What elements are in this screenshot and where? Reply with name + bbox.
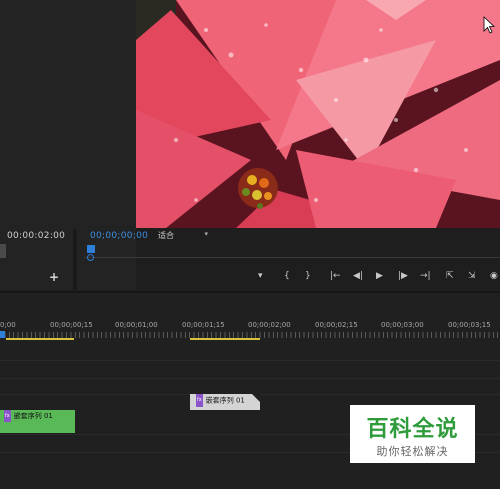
clip-corner: [252, 394, 260, 402]
ruler-label: 00;00;02;15: [315, 321, 358, 329]
program-timecode[interactable]: 00;00;00;00: [90, 231, 148, 241]
ruler-label: 00;00;03;00: [381, 321, 424, 329]
chevron-down-icon: ▾: [204, 230, 208, 238]
go-to-in-icon[interactable]: |←: [330, 268, 341, 284]
ruler-label: 00;00;00;15: [50, 321, 93, 329]
track-separator: [0, 360, 500, 361]
fx-badge: fx: [196, 394, 203, 407]
mark-out-icon[interactable]: }: [305, 268, 311, 284]
watermark-subtitle: 助你轻松解决: [376, 445, 449, 458]
add-marker-icon[interactable]: ▾: [258, 268, 263, 284]
watermark-logo: 百科全说 助你轻松解决: [350, 405, 475, 463]
extract-icon[interactable]: ⇲: [468, 268, 476, 284]
panel-divider: [73, 229, 77, 290]
fit-dropdown[interactable]: 适合 ▾: [158, 230, 210, 241]
nested-sequence-clip[interactable]: fx 嵌套序列 01: [190, 394, 260, 410]
timeline-playhead[interactable]: [0, 331, 5, 338]
playhead-ring: [87, 254, 94, 261]
clip-label: 嵌套序列 01: [13, 412, 53, 420]
poinsettia-image: [136, 0, 500, 228]
mouse-cursor-icon: [483, 16, 495, 34]
playhead-handle[interactable]: [87, 245, 95, 253]
go-to-out-icon[interactable]: →|: [420, 268, 431, 284]
ruler-label: 0;00: [0, 321, 16, 329]
timeline-ruler[interactable]: 0;00 00;00;00;15 00;00;01;00 00;00;01;15…: [0, 321, 500, 331]
clip-label: 嵌套序列 01: [205, 396, 245, 405]
program-video-frame: [136, 0, 500, 228]
in-out-range: [6, 338, 74, 340]
lift-icon[interactable]: ⇱: [446, 268, 454, 284]
ruler-label: 00;00;01;00: [115, 321, 158, 329]
transport-controls: ▾ { } |← ◀| ▶ |▶ →| ⇱ ⇲ ◉: [256, 268, 500, 284]
ruler-label: 00;00;02;00: [248, 321, 291, 329]
track-separator: [0, 378, 500, 379]
ruler-label: 00;00;01;15: [182, 321, 225, 329]
fx-badge: fx: [4, 410, 11, 422]
source-playhead-marker[interactable]: [0, 244, 6, 258]
step-forward-icon[interactable]: |▶: [398, 268, 408, 284]
source-timecode[interactable]: 00:00:02:00: [7, 231, 65, 241]
add-button[interactable]: +: [49, 270, 59, 284]
fit-dropdown-label: 适合: [158, 231, 174, 240]
ruler-label: 00;00;03;15: [448, 321, 491, 329]
program-scrub-bar[interactable]: [84, 245, 500, 261]
play-icon[interactable]: ▶: [376, 268, 383, 284]
watermark-title: 百科全说: [366, 417, 459, 442]
scrub-track: [84, 257, 500, 258]
step-back-icon[interactable]: ◀|: [353, 268, 363, 284]
nested-sequence-clip-green[interactable]: fx 嵌套序列 01: [0, 410, 75, 433]
mark-in-icon[interactable]: {: [284, 268, 290, 284]
in-out-range: [190, 338, 260, 340]
export-frame-icon[interactable]: ◉: [490, 268, 498, 284]
